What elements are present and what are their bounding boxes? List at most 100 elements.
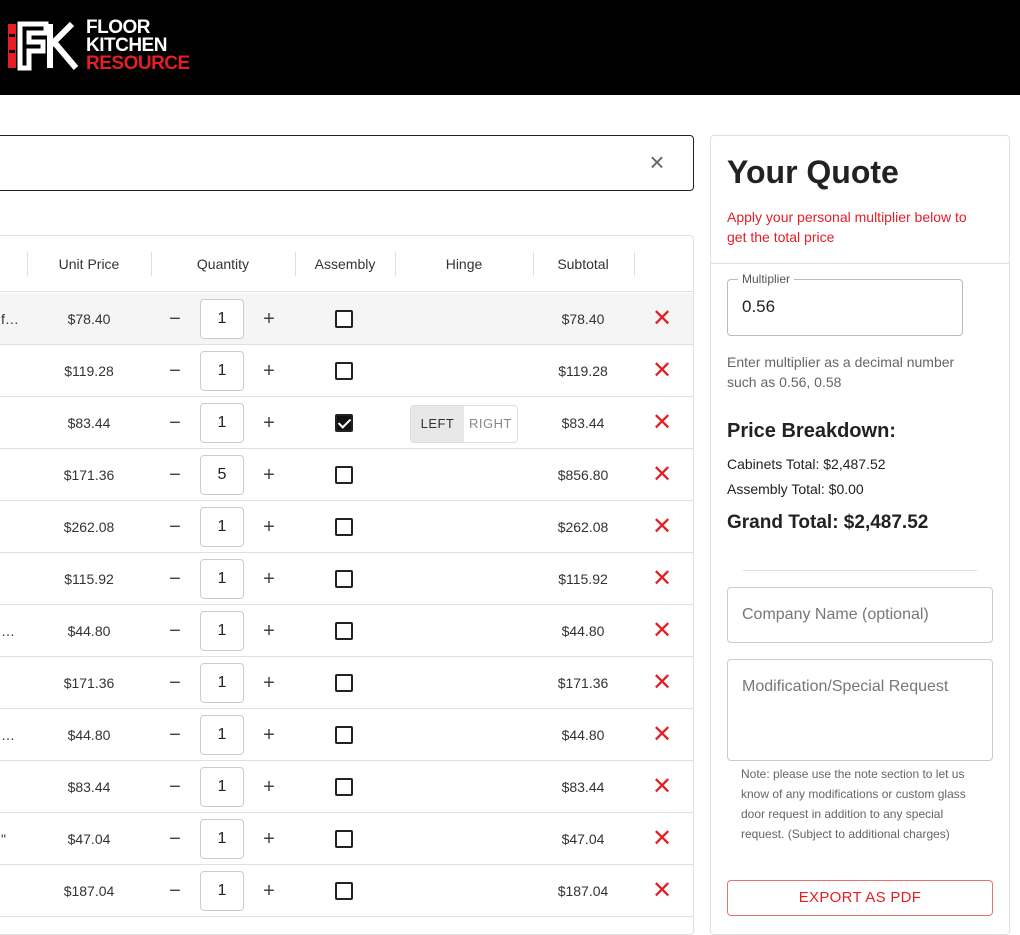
assembly-checkbox[interactable] bbox=[335, 310, 353, 328]
quantity-input[interactable]: 1 bbox=[200, 715, 244, 755]
increase-quantity-button[interactable]: + bbox=[257, 293, 281, 345]
quantity-input[interactable]: 5 bbox=[200, 455, 244, 495]
remove-item-button[interactable]: ✕ bbox=[649, 397, 675, 449]
product-name[interactable] bbox=[0, 761, 27, 813]
decrease-quantity-button[interactable]: − bbox=[163, 813, 187, 865]
brand-logo[interactable]: FLOOR KITCHEN RESOURCE bbox=[6, 18, 190, 73]
header-assembly[interactable]: Assembly bbox=[295, 236, 395, 292]
product-name[interactable] bbox=[0, 345, 27, 397]
assembly-checkbox[interactable] bbox=[335, 466, 353, 484]
assembly-checkbox[interactable] bbox=[335, 622, 353, 640]
remove-item-button[interactable]: ✕ bbox=[649, 553, 675, 605]
decrease-quantity-button[interactable]: − bbox=[163, 709, 187, 761]
row-subtotal: $44.80 bbox=[561, 623, 605, 639]
product-name[interactable] bbox=[0, 449, 27, 501]
increase-quantity-button[interactable]: + bbox=[257, 657, 281, 709]
assembly-checkbox[interactable] bbox=[335, 674, 353, 692]
product-name[interactable] bbox=[0, 657, 27, 709]
row-subtotal: $171.36 bbox=[557, 675, 609, 691]
quote-title: Your Quote bbox=[727, 154, 899, 190]
product-name[interactable] bbox=[0, 501, 27, 553]
increase-quantity-button[interactable]: + bbox=[257, 761, 281, 813]
remove-item-button[interactable]: ✕ bbox=[649, 293, 675, 345]
remove-item-button[interactable]: ✕ bbox=[649, 345, 675, 397]
remove-item-button[interactable]: ✕ bbox=[649, 865, 675, 917]
increase-quantity-button[interactable]: + bbox=[257, 449, 281, 501]
increase-quantity-button[interactable]: + bbox=[257, 709, 281, 761]
assembly-checkbox[interactable] bbox=[335, 414, 353, 432]
quantity-input[interactable]: 1 bbox=[200, 871, 244, 911]
quantity-input[interactable]: 1 bbox=[200, 299, 244, 339]
increase-quantity-button[interactable]: + bbox=[257, 605, 281, 657]
decrease-quantity-button[interactable]: − bbox=[163, 761, 187, 813]
quantity-input[interactable]: 1 bbox=[200, 507, 244, 547]
table-row: $171.36 −1 + $171.36 ✕ bbox=[0, 657, 693, 709]
product-name[interactable] bbox=[0, 865, 27, 917]
unit-price: $47.04 bbox=[67, 831, 111, 847]
export-pdf-button[interactable]: EXPORT AS PDF bbox=[727, 880, 993, 916]
unit-price: $187.04 bbox=[63, 883, 115, 899]
quantity-input[interactable]: 1 bbox=[200, 559, 244, 599]
decrease-quantity-button[interactable]: − bbox=[163, 657, 187, 709]
product-name[interactable]: " bbox=[0, 813, 27, 865]
remove-item-button[interactable]: ✕ bbox=[649, 813, 675, 865]
increase-quantity-button[interactable]: + bbox=[257, 865, 281, 917]
hinge-right-button[interactable]: RIGHT bbox=[464, 406, 517, 442]
product-name[interactable]: f… bbox=[0, 293, 27, 345]
multiplier-field[interactable]: Multiplier 0.56 bbox=[727, 272, 963, 336]
quantity-input[interactable]: 1 bbox=[200, 403, 244, 443]
quantity-input[interactable]: 1 bbox=[200, 351, 244, 391]
quantity-input[interactable]: 1 bbox=[200, 819, 244, 859]
product-name[interactable]: … bbox=[0, 605, 27, 657]
increase-quantity-button[interactable]: + bbox=[257, 501, 281, 553]
remove-item-button[interactable]: ✕ bbox=[649, 657, 675, 709]
note-text: Note: please use the note section to let… bbox=[741, 767, 966, 841]
assembly-checkbox[interactable] bbox=[335, 830, 353, 848]
special-request-field[interactable]: Modification/Special Request bbox=[727, 659, 993, 761]
remove-item-button[interactable]: ✕ bbox=[649, 501, 675, 553]
remove-item-button[interactable]: ✕ bbox=[649, 709, 675, 761]
header-subtotal[interactable]: Subtotal bbox=[533, 236, 633, 292]
search-input[interactable]: × bbox=[0, 135, 694, 191]
close-icon[interactable]: × bbox=[645, 149, 669, 175]
product-name[interactable] bbox=[0, 553, 27, 605]
decrease-quantity-button[interactable]: − bbox=[163, 397, 187, 449]
increase-quantity-button[interactable]: + bbox=[257, 813, 281, 865]
remove-item-button[interactable]: ✕ bbox=[649, 761, 675, 813]
assembly-checkbox[interactable] bbox=[335, 570, 353, 588]
quantity-input[interactable]: 1 bbox=[200, 611, 244, 651]
header-unit-price[interactable]: Unit Price bbox=[27, 236, 151, 292]
assembly-checkbox[interactable] bbox=[335, 726, 353, 744]
decrease-quantity-button[interactable]: − bbox=[163, 553, 187, 605]
decrease-quantity-button[interactable]: − bbox=[163, 501, 187, 553]
assembly-checkbox[interactable] bbox=[335, 882, 353, 900]
increase-quantity-button[interactable]: + bbox=[257, 397, 281, 449]
decrease-quantity-button[interactable]: − bbox=[163, 605, 187, 657]
divider bbox=[743, 570, 977, 571]
assembly-checkbox[interactable] bbox=[335, 778, 353, 796]
assembly-checkbox[interactable] bbox=[335, 518, 353, 536]
row-subtotal: $47.04 bbox=[561, 831, 605, 847]
decrease-quantity-button[interactable]: − bbox=[163, 865, 187, 917]
increase-quantity-button[interactable]: + bbox=[257, 553, 281, 605]
multiplier-value[interactable]: 0.56 bbox=[742, 297, 775, 317]
row-subtotal: $44.80 bbox=[561, 727, 605, 743]
decrease-quantity-button[interactable]: − bbox=[163, 293, 187, 345]
quantity-input[interactable]: 1 bbox=[200, 663, 244, 703]
assembly-checkbox[interactable] bbox=[335, 362, 353, 380]
decrease-quantity-button[interactable]: − bbox=[163, 345, 187, 397]
decrease-quantity-button[interactable]: − bbox=[163, 449, 187, 501]
product-name[interactable] bbox=[0, 397, 27, 449]
hinge-left-button[interactable]: LEFT bbox=[411, 406, 464, 442]
remove-item-button[interactable]: ✕ bbox=[649, 449, 675, 501]
row-subtotal: $262.08 bbox=[557, 519, 609, 535]
quantity-input[interactable]: 1 bbox=[200, 767, 244, 807]
increase-quantity-button[interactable]: + bbox=[257, 345, 281, 397]
company-name-field[interactable]: Company Name (optional) bbox=[727, 587, 993, 643]
row-subtotal: $115.92 bbox=[558, 571, 608, 587]
row-subtotal: $78.40 bbox=[561, 311, 605, 327]
remove-item-button[interactable]: ✕ bbox=[649, 605, 675, 657]
product-name[interactable]: … bbox=[0, 709, 27, 761]
header-hinge[interactable]: Hinge bbox=[395, 236, 533, 292]
header-quantity[interactable]: Quantity bbox=[151, 236, 295, 292]
